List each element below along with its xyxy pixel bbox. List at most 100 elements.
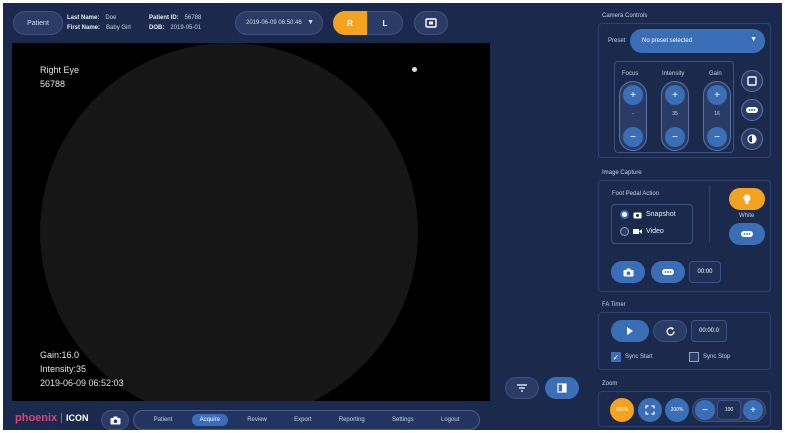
video-icon bbox=[633, 229, 642, 234]
record-button[interactable] bbox=[651, 261, 685, 283]
indicator-dot bbox=[412, 67, 417, 72]
intensity-plus-button[interactable]: + bbox=[665, 85, 685, 105]
camera-icon bbox=[623, 268, 633, 276]
compare-button[interactable] bbox=[545, 377, 579, 399]
intensity-readout: Intensity:35 bbox=[40, 364, 87, 374]
eye-right-toggle[interactable]: R bbox=[333, 11, 367, 35]
contrast-button[interactable] bbox=[741, 128, 763, 150]
patient-id-value: 56788 bbox=[184, 15, 202, 21]
preset-label: Preset bbox=[608, 38, 626, 44]
gain-label: Gain bbox=[709, 71, 722, 77]
patient-button[interactable]: Patient bbox=[13, 11, 63, 35]
patient-id-label: Patient ID: bbox=[149, 15, 179, 21]
nav-export[interactable]: Export bbox=[286, 414, 319, 426]
zoom-200-button[interactable]: 200% bbox=[665, 398, 689, 422]
gain-plus-button[interactable]: + bbox=[707, 85, 727, 105]
sync-start-checkbox[interactable]: ✓ Sync Start bbox=[611, 352, 653, 362]
ellipsis-button[interactable] bbox=[741, 99, 763, 121]
first-name-value: Baby Girl bbox=[106, 25, 131, 31]
eye-left-toggle[interactable]: L bbox=[367, 11, 403, 35]
fit-screen-button[interactable] bbox=[638, 398, 662, 422]
radio-selected bbox=[620, 210, 629, 219]
zoom-plus-button[interactable]: + bbox=[743, 400, 763, 420]
square-icon bbox=[747, 76, 757, 86]
fa-timer-value: 00:00.0 bbox=[691, 320, 727, 342]
preset-select[interactable]: No preset selected ▼ bbox=[630, 29, 765, 53]
video-radio[interactable]: Video bbox=[620, 227, 664, 236]
zoom-100-button[interactable]: 100% bbox=[610, 398, 634, 422]
gain-value: 16 bbox=[714, 111, 720, 117]
focus-minus-button[interactable]: − bbox=[623, 127, 643, 147]
sync-stop-label: Sync Stop bbox=[703, 354, 731, 360]
camera-icon bbox=[110, 416, 120, 424]
timestamp-readout: 2019-06-09 06:52:03 bbox=[40, 378, 124, 388]
monitor-icon bbox=[425, 18, 437, 28]
image-capture-title: Image Capture bbox=[602, 170, 642, 176]
chevron-down-icon: ▼ bbox=[750, 36, 757, 43]
chevron-down-icon: ▼ bbox=[307, 19, 314, 26]
nav-patient[interactable]: Patient bbox=[146, 414, 181, 426]
reset-button[interactable] bbox=[653, 320, 687, 342]
image-viewport[interactable]: Right Eye 56788 Gain:16.0 Intensity:35 2… bbox=[12, 43, 490, 401]
gain-stepper: + 16 − bbox=[703, 81, 731, 151]
session-select[interactable]: 2019-06-09 06:50:46 ▼ bbox=[235, 11, 323, 35]
white-label: White bbox=[739, 213, 755, 219]
patient-name-block: Last Name: Doe First Name: Baby Girl bbox=[67, 13, 131, 33]
nav-settings[interactable]: Settings bbox=[384, 414, 422, 426]
patient-id-overlay: 56788 bbox=[40, 79, 66, 89]
dob-value: 2019-05-01 bbox=[170, 25, 202, 31]
camera-mode-button[interactable] bbox=[101, 410, 129, 430]
nav-review[interactable]: Review bbox=[239, 414, 275, 426]
sync-stop-checkbox[interactable]: Sync Stop bbox=[689, 352, 730, 362]
zoom-stepper: − 100 + bbox=[692, 398, 766, 422]
eye-overlay: Right Eye 56788 bbox=[40, 63, 79, 91]
focus-label: Focus bbox=[622, 71, 639, 77]
nav-reporting[interactable]: Reporting bbox=[331, 414, 373, 426]
ellipsis-icon bbox=[741, 231, 753, 237]
intensity-stepper: + 35 − bbox=[661, 81, 689, 151]
white-light-button[interactable] bbox=[729, 223, 765, 245]
zoom-value[interactable]: 100 bbox=[717, 400, 741, 420]
refresh-icon bbox=[665, 326, 675, 336]
app-window: Patient Last Name: Doe First Name: Baby Gi… bbox=[3, 3, 782, 430]
capture-divider bbox=[709, 185, 710, 243]
zoom-title: Zoom bbox=[602, 381, 618, 387]
filter-icon bbox=[517, 384, 527, 392]
monitor-button[interactable] bbox=[414, 11, 448, 35]
check-icon: ✓ bbox=[611, 352, 621, 362]
square-view-button[interactable] bbox=[741, 70, 763, 92]
snapshot-radio[interactable]: Snapshot bbox=[620, 210, 676, 219]
video-label: Video bbox=[646, 228, 664, 235]
filter-button[interactable] bbox=[505, 377, 539, 399]
capture-timer: 00:00 bbox=[689, 261, 721, 283]
nav-acquire[interactable]: Acquire bbox=[191, 414, 228, 426]
dob-label: DOB: bbox=[149, 25, 165, 31]
main-nav: Patient Acquire Review Export Reporting … bbox=[133, 410, 480, 430]
intensity-minus-button[interactable]: − bbox=[665, 127, 685, 147]
checkbox-empty bbox=[689, 352, 699, 362]
play-icon bbox=[627, 327, 633, 335]
contrast-icon bbox=[747, 134, 757, 144]
preset-value: No preset selected bbox=[642, 38, 693, 44]
focus-stepper: + - − bbox=[619, 81, 647, 151]
light-button[interactable] bbox=[729, 188, 765, 210]
intensity-value: 35 bbox=[672, 111, 678, 117]
camera-controls-title: Camera Controls bbox=[602, 13, 648, 19]
zoom-minus-button[interactable]: − bbox=[695, 400, 715, 420]
ellipsis-icon bbox=[746, 107, 758, 113]
focus-value: - bbox=[632, 111, 634, 117]
play-button[interactable] bbox=[611, 320, 649, 342]
fullscreen-icon bbox=[645, 405, 655, 415]
brand-phoenix: phoenix bbox=[15, 412, 58, 424]
ellipsis-icon bbox=[662, 269, 674, 275]
snapshot-button[interactable] bbox=[611, 261, 645, 283]
eye-label: Right Eye bbox=[40, 65, 80, 75]
snapshot-label: Snapshot bbox=[646, 211, 676, 218]
session-value: 2019-06-09 06:50:46 bbox=[246, 20, 302, 26]
last-name-label: Last Name: bbox=[67, 15, 100, 21]
nav-logout[interactable]: Logout bbox=[433, 414, 467, 426]
last-name-value: Doe bbox=[105, 15, 117, 21]
focus-plus-button[interactable]: + bbox=[623, 85, 643, 105]
gain-minus-button[interactable]: − bbox=[707, 127, 727, 147]
brand-logo: phoenix | ICON bbox=[15, 412, 89, 424]
